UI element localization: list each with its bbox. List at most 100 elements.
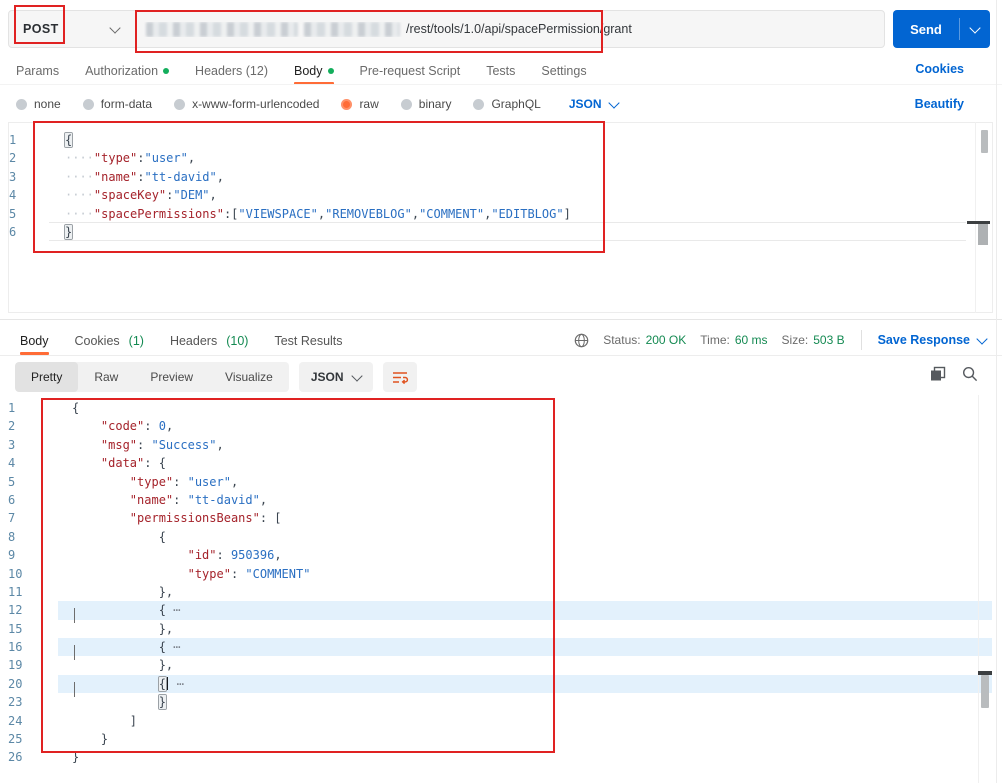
code-token: "Success" [151, 437, 217, 452]
code-line-8[interactable]: 8 { [8, 528, 994, 546]
response-body-editor[interactable]: 1{2 "code": 0, 3 "msg": "Success", 4 "data… [8, 395, 994, 783]
view-visualize[interactable]: Visualize [209, 362, 289, 392]
code-token: , [216, 169, 224, 184]
tab-label: Settings [541, 63, 587, 78]
request-language-select[interactable]: JSON [569, 96, 620, 111]
view-raw[interactable]: Raw [78, 362, 134, 392]
code-text: } [72, 730, 108, 748]
tab-authorization[interactable]: Authorization [85, 57, 170, 84]
copy-button[interactable] [930, 366, 946, 382]
save-response-button[interactable]: Save Response [878, 332, 988, 347]
code-text: "code": 0, [72, 417, 173, 435]
green-dot-icon [163, 67, 170, 74]
tab-params[interactable]: Params [16, 57, 59, 84]
code-line-25[interactable]: 25 } [8, 730, 994, 748]
request-scrollbar-thumb[interactable] [981, 130, 988, 153]
code-token: "VIEWSPACE" [238, 206, 318, 221]
redacted-url-host [146, 21, 298, 37]
response-language-label: JSON [310, 370, 344, 384]
code-token: : [144, 419, 159, 434]
code-line-3[interactable]: 3 ····"name":"tt-david", [9, 168, 992, 186]
method-selector[interactable]: POST [9, 11, 135, 47]
response-view-switcher: Pretty Raw Preview Visualize [15, 362, 289, 392]
code-text: } [72, 693, 166, 711]
code-line-19[interactable]: 19 }, [8, 656, 994, 674]
tab-tests[interactable]: Tests [486, 57, 515, 84]
cookies-link[interactable]: Cookies [915, 62, 964, 76]
code-line-16[interactable]: 16 { ⋯ [8, 638, 994, 661]
radio-label: x-www-form-urlencoded [192, 97, 320, 111]
view-preview[interactable]: Preview [134, 362, 209, 392]
code-line-12[interactable]: 12 { ⋯ [8, 601, 994, 624]
body-type-graphql[interactable]: GraphQL [473, 97, 541, 111]
url-input[interactable]: /rest/tools/1.0/api/spacePermission/gran… [136, 21, 884, 37]
line-number: 23 [8, 695, 23, 710]
tab-headers-12[interactable]: Headers (12) [195, 57, 268, 84]
code-token: : [230, 566, 246, 581]
body-type-raw[interactable]: raw [341, 97, 379, 111]
meta-value: 503 B [813, 333, 845, 347]
code-line-5[interactable]: 5 "type": "user", [8, 473, 994, 491]
code-line-11[interactable]: 11 }, [8, 583, 994, 601]
code-line-2[interactable]: 2 ····"type":"user", [9, 149, 992, 167]
code-token: "msg" [100, 437, 138, 452]
code-line-6[interactable]: 6} [9, 221, 992, 242]
code-line-7[interactable]: 7 "permissionsBeans": [ [8, 509, 994, 527]
code-line-6[interactable]: 6 "name": "tt-david", [8, 491, 994, 509]
body-type-none[interactable]: none [16, 97, 61, 111]
response-scrollbar-thumb[interactable] [981, 675, 989, 708]
code-text: { ⋯ [72, 601, 181, 619]
send-options-button[interactable] [960, 21, 990, 34]
wrap-lines-icon [392, 372, 408, 385]
search-button[interactable] [962, 366, 978, 382]
code-line-1[interactable]: 1{ [8, 399, 994, 417]
wrap-lines-button[interactable] [382, 362, 417, 392]
line-number: 8 [8, 529, 16, 544]
radio-dot-icon [341, 98, 353, 110]
code-token: { [158, 640, 166, 655]
code-line-20[interactable]: 20 { ⋯ [8, 674, 994, 697]
response-tab-headers[interactable]: Headers (10) [170, 327, 248, 354]
beautify-link[interactable]: Beautify [915, 97, 964, 111]
request-body-editor[interactable]: 1{2 ····"type":"user", 3 ····"name":"tt-dav… [8, 122, 993, 313]
redacted-url-segment [304, 21, 400, 37]
code-token: { [158, 603, 166, 618]
code-line-4[interactable]: 4 "data": { [8, 454, 994, 472]
body-type-x-www-form-urlencoded[interactable]: x-www-form-urlencoded [174, 97, 319, 111]
body-type-binary[interactable]: binary [400, 97, 451, 111]
code-line-26[interactable]: 26} [8, 748, 994, 766]
response-meta: Status: 200 OK Time: 60 ms Size: 503 B Save R… [574, 330, 988, 350]
meta-time: Time: 60 ms [700, 333, 767, 347]
tab-pre-request-script[interactable]: Pre-request Script [360, 57, 461, 84]
response-tab-cookies[interactable]: Cookies (1) [75, 327, 144, 354]
code-line-23[interactable]: 23 } [8, 693, 994, 711]
send-button[interactable]: Send [893, 22, 959, 37]
code-text: "type": "user", [72, 473, 238, 491]
line-number: 4 [9, 188, 17, 203]
body-type-form-data[interactable]: form-data [82, 97, 152, 111]
tab-count: (10) [226, 333, 249, 348]
code-line-9[interactable]: 9 "id": 950396, [8, 546, 994, 564]
response-language-select[interactable]: JSON [298, 362, 373, 392]
line-number: 2 [8, 419, 16, 434]
code-line-2[interactable]: 2 "code": 0, [8, 417, 994, 435]
code-text: "msg": "Success", [72, 436, 224, 454]
response-tab-test-results[interactable]: Test Results [274, 327, 342, 354]
tab-settings[interactable]: Settings [541, 57, 586, 84]
response-tab-body[interactable]: Body [20, 327, 49, 355]
code-line-15[interactable]: 15 }, [8, 620, 994, 638]
code-line-3[interactable]: 3 "msg": "Success", [8, 436, 994, 454]
code-line-5[interactable]: 5 ····"spacePermissions":["VIEWSPACE","RE… [9, 205, 992, 223]
code-line-1[interactable]: 1{ [9, 131, 992, 149]
view-pretty[interactable]: Pretty [15, 362, 79, 392]
code-line-10[interactable]: 10 "type": "COMMENT" [8, 565, 994, 583]
code-token: :[ [223, 206, 239, 221]
code-text: } [65, 223, 73, 241]
tab-body[interactable]: Body [294, 57, 334, 85]
code-line-4[interactable]: 4 ····"spaceKey":"DEM", [9, 186, 992, 204]
code-line-24[interactable]: 24 ] [8, 712, 994, 730]
